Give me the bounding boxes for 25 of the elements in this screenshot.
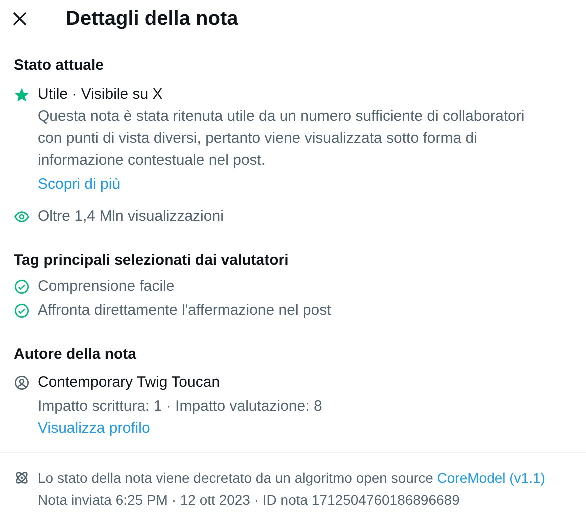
- star-icon: [14, 87, 30, 103]
- eye-icon: [14, 209, 30, 225]
- window-title: Dettagli della nota: [66, 7, 238, 32]
- algorithm-note: Lo stato della nota viene decretato da un algoritmo open source CoreModel (v1.1): [38, 469, 546, 488]
- learn-more-link[interactable]: Scopri di più: [38, 176, 121, 193]
- user-circle-icon: [14, 375, 30, 391]
- tag-label: Affronta direttamente l'affermazione nel post: [38, 301, 332, 321]
- description-line: Questa nota è stata ritenuta utile da un numero sufficiente di collaboratori: [38, 107, 526, 127]
- close-button[interactable]: [12, 11, 28, 27]
- note-metadata: Nota inviata 6:25 PM · 12 ott 2023 · ID nota 1712504760186896689: [37, 491, 461, 510]
- atom-icon: [14, 470, 30, 486]
- section-heading: Stato attuale: [14, 56, 106, 76]
- description-line: informazione contestuale nel post.: [38, 151, 267, 171]
- view-profile-link[interactable]: Visualizza profilo: [38, 420, 150, 437]
- tag-label: Comprensione facile: [38, 277, 175, 297]
- section-heading: Autore della nota: [14, 345, 138, 365]
- impact-scores: Impatto scrittura: 1 · Impatto valutazione: 8: [37, 397, 324, 417]
- check-circle-icon: [14, 303, 30, 319]
- status-label: Utile · Visibile su X: [38, 85, 163, 105]
- coremodel-link[interactable]: CoreModel (v1.1): [437, 470, 546, 486]
- description-line: con punti di vista diversi, pertanto viene visualizzata sotto forma di: [38, 129, 478, 149]
- views-count: Oltre 1,4 Mln visualizzazioni: [38, 207, 224, 227]
- section-heading: Tag principali selezionati dai valutatori: [14, 251, 290, 271]
- author-name: Contemporary Twig Toucan: [38, 373, 220, 393]
- check-circle-icon: [14, 279, 30, 295]
